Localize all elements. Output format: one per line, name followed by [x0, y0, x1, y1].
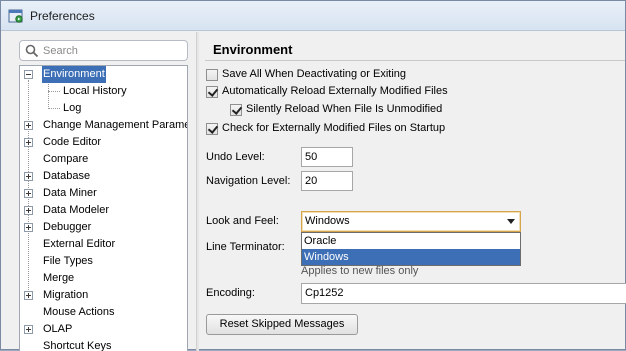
tree-item-change-management[interactable]: Change Management Paramet [20, 117, 187, 134]
tree-item-label: Database [43, 170, 91, 182]
tree-item-label: Data Modeler [43, 204, 110, 216]
line-terminator-label: Line Terminator: [206, 241, 285, 253]
option-oracle[interactable]: Oracle [302, 233, 520, 249]
tree-item-local-history[interactable]: Local History [20, 83, 187, 100]
app-icon [8, 9, 23, 23]
tree-item-label: File Types [43, 255, 93, 267]
tree-item-log[interactable]: Log [20, 100, 187, 117]
reset-skipped-messages-button[interactable]: Reset Skipped Messages [206, 314, 358, 335]
undo-level-field[interactable] [301, 147, 353, 167]
navigation-level-field[interactable] [301, 171, 353, 191]
tree-item-merge[interactable]: Merge [20, 270, 187, 287]
preferences-window: Preferences Environment Local History Lo… [0, 0, 626, 351]
tree-item-compare[interactable]: Compare [20, 151, 187, 168]
save-all-label: Save All When Deactivating or Exiting [222, 68, 407, 80]
tree-item-data-modeler[interactable]: Data Modeler [20, 202, 187, 219]
tree-item-label: Migration [43, 289, 89, 301]
tree-item-label: Shortcut Keys [43, 340, 112, 351]
tree-item-label: Merge [43, 272, 75, 284]
expand-icon[interactable] [24, 172, 33, 181]
page-header: Environment [205, 40, 625, 61]
tree-item-label: Compare [43, 153, 89, 165]
option-windows[interactable]: Windows [302, 249, 520, 265]
silently-reload-checkbox[interactable] [230, 104, 242, 116]
tree-item-label: Local History [63, 85, 127, 97]
dropdown-arrow-icon [507, 219, 515, 224]
expand-icon[interactable] [24, 189, 33, 198]
expand-icon[interactable] [24, 121, 33, 130]
tree-item-olap[interactable]: OLAP [20, 321, 187, 338]
tree-item-environment[interactable]: Environment [20, 66, 187, 83]
search-box[interactable] [19, 40, 188, 61]
save-all-checkbox[interactable] [206, 69, 218, 81]
auto-reload-label: Automatically Reload Externally Modified… [222, 85, 448, 97]
tree-item-label: Debugger [43, 221, 92, 233]
search-icon [25, 44, 39, 58]
tree-item-label: Environment [42, 66, 106, 83]
tree-item-label: Log [63, 102, 82, 114]
tree-item-mouse-actions[interactable]: Mouse Actions [20, 304, 187, 321]
tree-item-migration[interactable]: Migration [20, 287, 187, 304]
tree-item-label: Mouse Actions [43, 306, 115, 318]
preferences-tree[interactable]: Environment Local History Log Change Man… [19, 65, 188, 351]
encoding-label: Encoding: [206, 287, 255, 299]
look-and-feel-value: Windows [305, 215, 350, 227]
tree-item-label: Data Miner [43, 187, 97, 199]
expand-icon[interactable] [24, 291, 33, 300]
check-on-startup-checkbox[interactable] [206, 123, 218, 135]
collapse-icon[interactable] [24, 70, 33, 79]
tree-item-external-editor[interactable]: External Editor [20, 236, 187, 253]
pane-splitter[interactable] [196, 32, 199, 351]
tree-item-debugger[interactable]: Debugger [20, 219, 187, 236]
tree-item-file-types[interactable]: File Types [20, 253, 187, 270]
tree-item-label: Change Management Paramet [43, 119, 188, 131]
encoding-value: Cp1252 [305, 287, 344, 299]
expand-icon[interactable] [24, 223, 33, 232]
tree-item-label: Code Editor [43, 136, 102, 148]
window-title: Preferences [30, 9, 95, 23]
search-input[interactable] [43, 43, 183, 58]
look-and-feel-label: Look and Feel: [206, 215, 279, 227]
line-terminator-hint: Applies to new files only [301, 265, 419, 277]
tree-item-code-editor[interactable]: Code Editor [20, 134, 187, 151]
expand-icon[interactable] [24, 206, 33, 215]
encoding-select[interactable]: Cp1252 [301, 283, 626, 304]
undo-level-label: Undo Level: [206, 151, 265, 163]
tree-item-label: External Editor [43, 238, 116, 250]
tree-item-shortcut-keys[interactable]: Shortcut Keys [20, 338, 187, 351]
tree-item-database[interactable]: Database [20, 168, 187, 185]
expand-icon[interactable] [24, 325, 33, 334]
check-on-startup-label: Check for Externally Modified Files on S… [222, 122, 446, 134]
navigation-level-label: Navigation Level: [206, 175, 291, 187]
expand-icon[interactable] [24, 138, 33, 147]
page-title: Environment [213, 42, 293, 57]
tree-item-data-miner[interactable]: Data Miner [20, 185, 187, 202]
tree-item-label: OLAP [43, 323, 73, 335]
auto-reload-checkbox[interactable] [206, 86, 218, 98]
look-and-feel-dropdown-list[interactable]: Oracle Windows [301, 232, 521, 266]
silently-reload-label: Silently Reload When File Is Unmodified [246, 103, 443, 115]
title-bar: Preferences [1, 1, 625, 31]
look-and-feel-select[interactable]: Windows [301, 211, 521, 232]
